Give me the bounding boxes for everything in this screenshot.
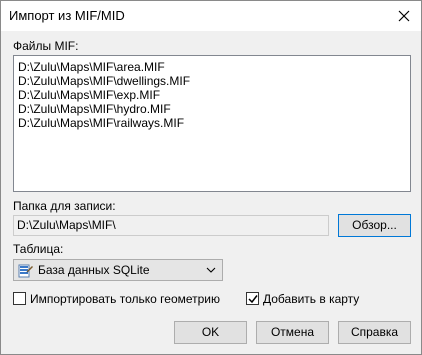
chevron-down-icon: [206, 267, 216, 273]
list-item[interactable]: D:\Zulu\Maps\MIF\exp.MIF: [18, 88, 410, 102]
folder-label: Папка для записи:: [13, 199, 116, 213]
database-icon: [18, 264, 33, 278]
files-list[interactable]: D:\Zulu\Maps\MIF\area.MIF D:\Zulu\Maps\M…: [13, 55, 411, 192]
browse-button[interactable]: Обзор...: [338, 214, 411, 237]
add-to-map-checkbox[interactable]: [246, 292, 259, 305]
list-item[interactable]: D:\Zulu\Maps\MIF\railways.MIF: [18, 116, 410, 130]
window-title: Импорт из MIF/MID: [9, 8, 125, 23]
files-label: Файлы MIF:: [13, 39, 79, 53]
title-bar: Импорт из MIF/MID: [1, 1, 421, 31]
cancel-button[interactable]: Отмена: [256, 321, 329, 344]
list-item[interactable]: D:\Zulu\Maps\MIF\dwellings.MIF: [18, 74, 410, 88]
add-to-map-label[interactable]: Добавить в карту: [263, 292, 359, 306]
list-item[interactable]: D:\Zulu\Maps\MIF\hydro.MIF: [18, 102, 410, 116]
geometry-only-label[interactable]: Импортировать только геометрию: [30, 292, 220, 306]
ok-button[interactable]: OK: [174, 321, 247, 344]
table-select[interactable]: База данных SQLite: [13, 259, 223, 281]
import-dialog: Импорт из MIF/MID Файлы MIF: D:\Zulu\Map…: [0, 0, 422, 355]
geometry-only-checkbox[interactable]: [13, 292, 26, 305]
table-select-value: База данных SQLite: [38, 263, 150, 277]
folder-path-field[interactable]: D:\Zulu\Maps\MIF\: [13, 215, 329, 236]
table-label: Таблица:: [13, 242, 64, 256]
checkmark-icon: [248, 295, 258, 304]
list-item[interactable]: D:\Zulu\Maps\MIF\area.MIF: [18, 60, 410, 74]
close-button[interactable]: [387, 1, 421, 31]
close-icon: [398, 10, 410, 22]
help-button[interactable]: Справка: [338, 321, 411, 344]
